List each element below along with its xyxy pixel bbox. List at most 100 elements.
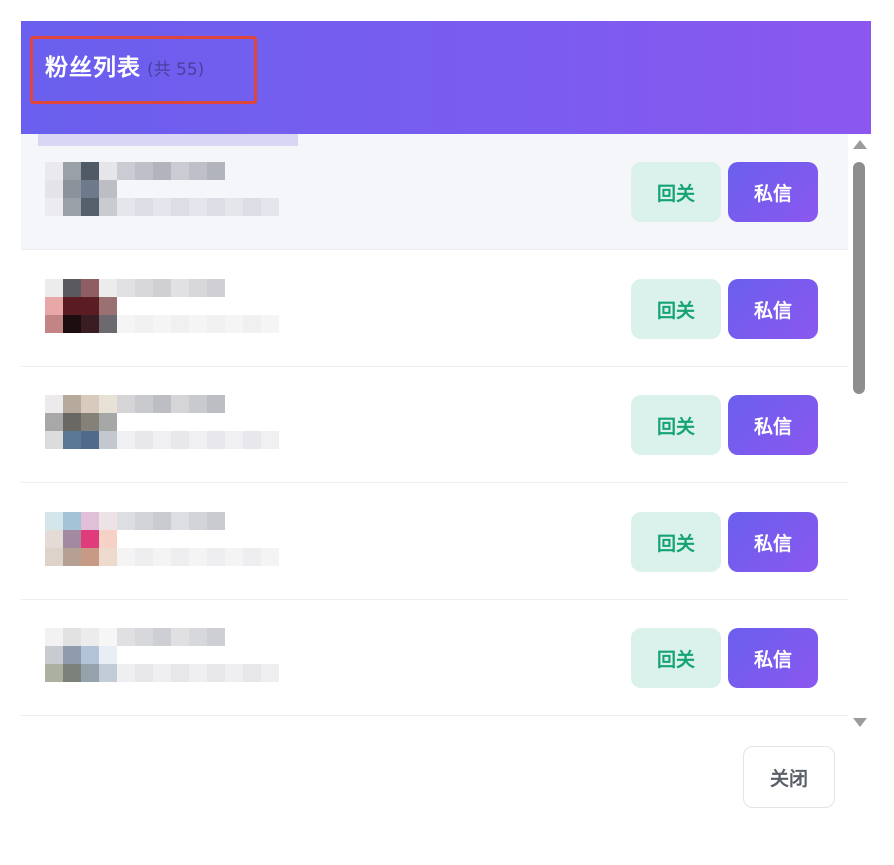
direct-message-button[interactable]: 私信 [728, 628, 818, 688]
subtitle-pixel [171, 664, 189, 682]
avatar-pixel [81, 279, 99, 297]
direct-message-button[interactable]: 私信 [728, 512, 818, 572]
subtitle-pixel [225, 431, 243, 449]
avatar-pixel [45, 512, 63, 530]
fans-dialog: 粉丝列表 (共 55) 回关 私信 回关 私信 回关 私信 回关 私信 回关 私信 关闭 [0, 0, 894, 865]
dialog-title: 粉丝列表 (共 55) [45, 48, 204, 82]
subtitle-pixel [153, 664, 171, 682]
avatar-pixel [45, 530, 63, 548]
avatar-pixel [99, 162, 117, 180]
subtitle-pixel [261, 664, 279, 682]
name-pixel [189, 512, 207, 530]
subtitle-pixel [189, 198, 207, 216]
fan-row: 回关 私信 [21, 367, 848, 483]
fan-info-pixelated [38, 484, 298, 600]
subtitle-pixel [117, 315, 135, 333]
avatar-pixel [81, 162, 99, 180]
direct-message-button[interactable]: 私信 [728, 279, 818, 339]
subtitle-pixel [207, 198, 225, 216]
avatar-pixel [81, 664, 99, 682]
avatar-pixel [81, 548, 99, 566]
avatar-pixel [45, 198, 63, 216]
subtitle-pixel [189, 548, 207, 566]
name-pixel [207, 628, 225, 646]
avatar-pixel [99, 180, 117, 198]
name-pixel [189, 628, 207, 646]
follow-back-button[interactable]: 回关 [631, 162, 721, 222]
triangle-down-icon[interactable] [853, 718, 867, 727]
avatar-pixel [99, 198, 117, 216]
name-pixel [171, 279, 189, 297]
subtitle-pixel [135, 548, 153, 566]
name-pixel [153, 512, 171, 530]
avatar-pixel [99, 512, 117, 530]
subtitle-pixel [207, 664, 225, 682]
avatar-pixel [45, 664, 63, 682]
subtitle-pixel [117, 548, 135, 566]
follow-back-button[interactable]: 回关 [631, 279, 721, 339]
name-pixel [117, 628, 135, 646]
avatar-pixel [63, 180, 81, 198]
subtitle-pixel [153, 548, 171, 566]
direct-message-button[interactable]: 私信 [728, 395, 818, 455]
avatar-pixel [63, 530, 81, 548]
avatar-pixel [45, 548, 63, 566]
avatar-pixel [63, 198, 81, 216]
avatar-pixel [81, 512, 99, 530]
name-pixel [117, 512, 135, 530]
avatar-pixel [81, 180, 99, 198]
scrollbar-thumb[interactable] [853, 162, 865, 394]
avatar-pixel [99, 279, 117, 297]
fan-info-pixelated [38, 134, 298, 250]
subtitle-pixel [261, 548, 279, 566]
avatar-pixel [45, 628, 63, 646]
avatar-pixel [45, 646, 63, 664]
fans-count: (共 55) [147, 60, 205, 80]
avatar-pixel [99, 646, 117, 664]
dialog-header: 粉丝列表 (共 55) [21, 21, 871, 134]
avatar-pixel [81, 395, 99, 413]
name-pixel [135, 628, 153, 646]
name-pixel [171, 395, 189, 413]
avatar-pixel [63, 279, 81, 297]
subtitle-pixel [117, 431, 135, 449]
subtitle-pixel [225, 548, 243, 566]
name-pixel [207, 395, 225, 413]
subtitle-pixel [189, 431, 207, 449]
avatar-pixel [45, 315, 63, 333]
subtitle-pixel [261, 198, 279, 216]
triangle-up-icon[interactable] [853, 140, 867, 149]
subtitle-pixel [117, 198, 135, 216]
dialog-title-text: 粉丝列表 [45, 55, 141, 81]
fan-info-pixelated [38, 251, 298, 367]
follow-back-button[interactable]: 回关 [631, 395, 721, 455]
follow-back-button[interactable]: 回关 [631, 512, 721, 572]
fan-row: 回关 私信 [21, 600, 848, 716]
subtitle-pixel [225, 315, 243, 333]
avatar-pixel [63, 512, 81, 530]
subtitle-pixel [207, 431, 225, 449]
name-pixel [189, 162, 207, 180]
subtitle-pixel [135, 664, 153, 682]
avatar-pixel [45, 162, 63, 180]
follow-back-button[interactable]: 回关 [631, 628, 721, 688]
avatar-pixel [63, 431, 81, 449]
avatar-pixel [99, 664, 117, 682]
direct-message-button[interactable]: 私信 [728, 162, 818, 222]
list-scrollbar[interactable] [849, 134, 871, 732]
avatar-pixel [81, 297, 99, 315]
subtitle-pixel [189, 664, 207, 682]
avatar-pixel [45, 279, 63, 297]
name-pixel [117, 162, 135, 180]
name-pixel [153, 395, 171, 413]
subtitle-pixel [243, 548, 261, 566]
avatar-pixel [81, 315, 99, 333]
subtitle-pixel [189, 315, 207, 333]
subtitle-pixel [171, 548, 189, 566]
avatar-pixel [99, 395, 117, 413]
close-button[interactable]: 关闭 [743, 746, 835, 808]
avatar-pixel [45, 297, 63, 315]
avatar-pixel [63, 297, 81, 315]
avatar-pixel [45, 431, 63, 449]
fan-row: 回关 私信 [21, 251, 848, 367]
